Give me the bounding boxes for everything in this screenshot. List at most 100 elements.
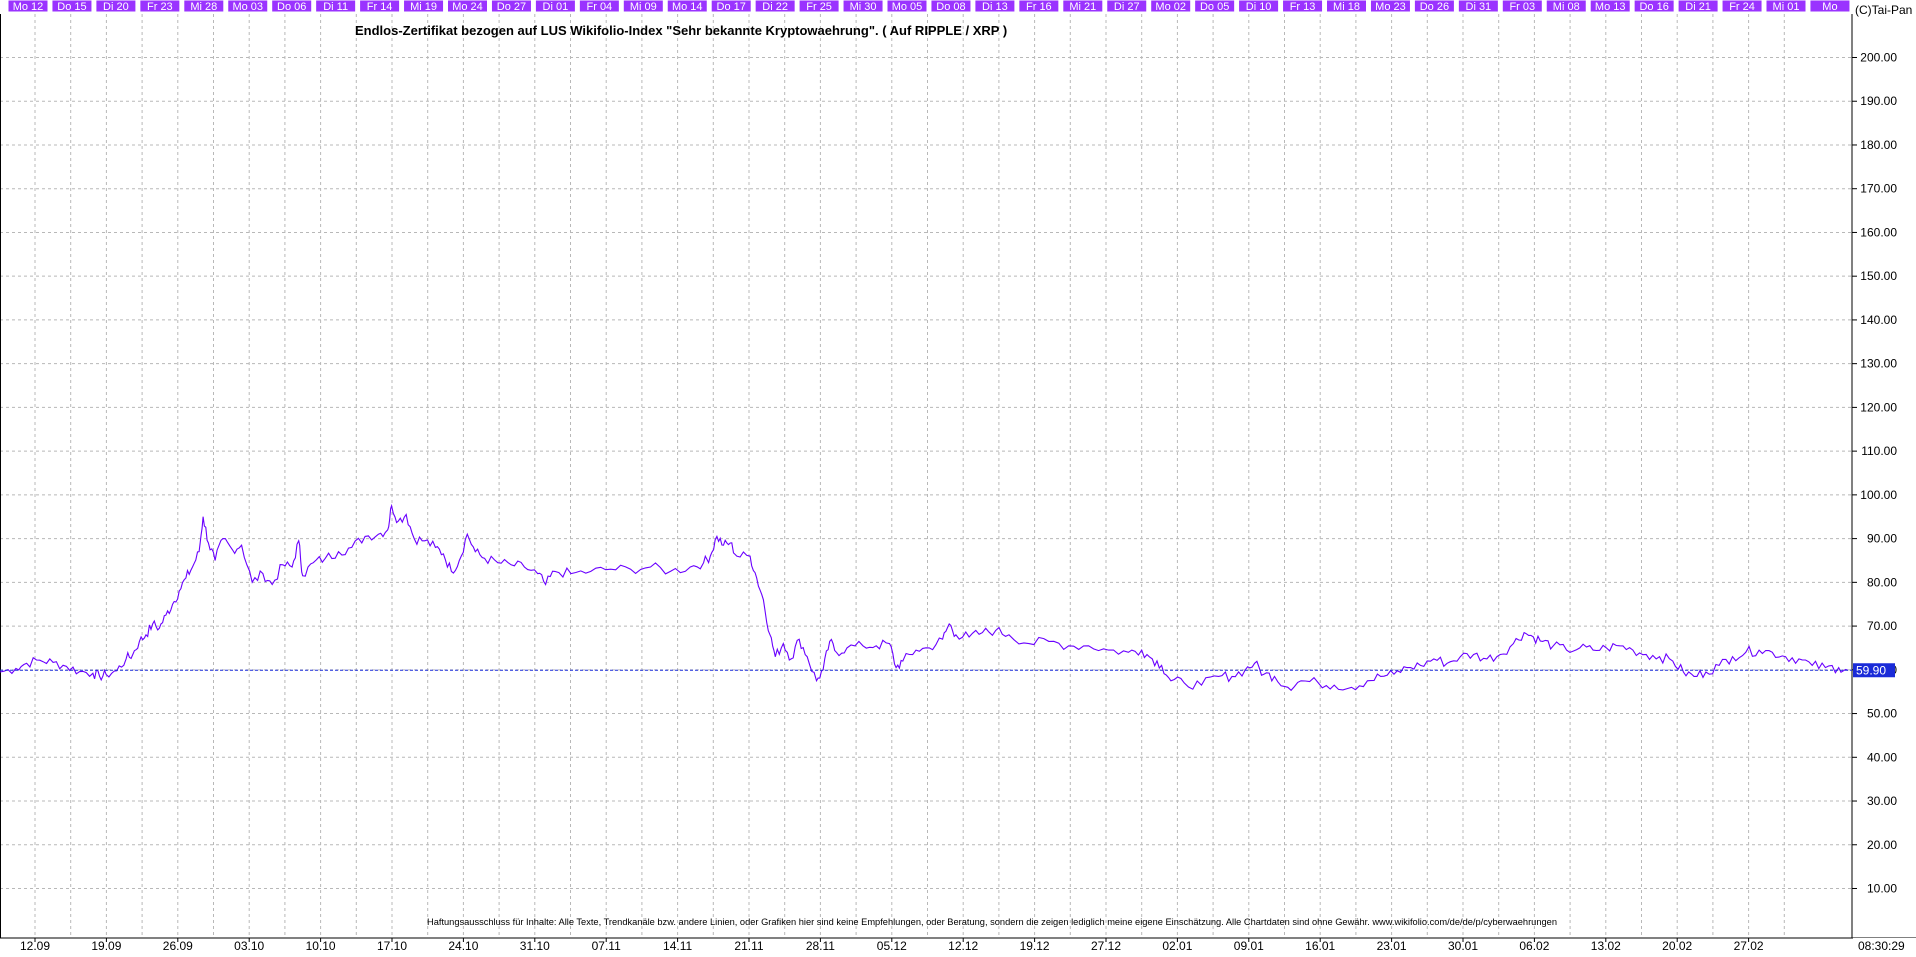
top-day-label: Fr 14 (359, 0, 401, 13)
top-day-text: Mi 21 (1069, 1, 1096, 13)
top-day-label: Do 16 (1633, 0, 1675, 13)
top-day-text: Fr 23 (147, 1, 173, 13)
top-day-text: Fr 24 (1729, 1, 1755, 13)
x-tick-label: 26.09 (163, 939, 193, 952)
top-day-label: Di 10 (1238, 0, 1280, 13)
top-day-text: Fr 25 (806, 1, 832, 13)
x-tick-label: 14.11 (663, 939, 692, 952)
chart-title: Endlos-Zertifikat bezogen auf LUS Wikifo… (355, 23, 1007, 38)
top-day-text: Do 05 (1200, 1, 1229, 13)
top-day-label: Mi 21 (1062, 0, 1104, 13)
top-day-text: Do 26 (1420, 1, 1449, 13)
top-day-text: Mo 23 (1375, 1, 1406, 13)
x-tick-label: 02.01 (1162, 939, 1192, 952)
top-day-label: Mo 13 (1589, 0, 1631, 13)
top-day-text: Di 27 (1114, 1, 1140, 13)
top-day-label: Do 05 (1194, 0, 1236, 13)
top-day-label: Fr 24 (1721, 0, 1763, 13)
top-day-text: Di 11 (323, 1, 348, 13)
top-day-label: Fr 03 (1501, 0, 1543, 13)
top-day-text: Do 15 (57, 1, 86, 13)
y-tick-label: 140.00 (1860, 313, 1897, 327)
top-day-label: Di 20 (95, 0, 137, 13)
top-day-label: Mi 30 (842, 0, 884, 13)
x-tick-label: 12.12 (948, 939, 978, 952)
top-day-text: Mi 19 (410, 1, 437, 13)
top-day-label: Fr 16 (1018, 0, 1060, 13)
top-day-label: Do 15 (51, 0, 93, 13)
top-day-text: Di 10 (1246, 1, 1272, 13)
top-day-label: Mo 14 (666, 0, 708, 13)
top-day-label: Mo 12 (7, 0, 49, 13)
top-day-text: Do 16 (1639, 1, 1668, 13)
top-day-label: Mi 01 (1765, 0, 1807, 13)
y-tick-label: 110.00 (1861, 444, 1897, 458)
y-tick-label: 180.00 (1860, 138, 1897, 152)
top-day-text: Di 20 (103, 1, 129, 13)
top-day-text: Do 08 (936, 1, 965, 13)
top-day-text: Mi 18 (1333, 1, 1360, 13)
top-day-label: Mi 18 (1326, 0, 1367, 13)
top-day-text: Mi 28 (190, 1, 217, 13)
price-line (0, 503, 1849, 692)
top-day-text: Mi 30 (850, 1, 877, 13)
top-day-text: Mo 02 (1155, 1, 1186, 13)
x-tick-label: 19.12 (1020, 939, 1050, 952)
top-day-text: Fr 13 (1290, 1, 1316, 13)
top-day-label: Di 21 (1677, 0, 1719, 13)
top-day-text: Mi 08 (1553, 1, 1580, 13)
chart: Mo 12 Do 15 Di 20 Fr 23 Mi 28 Mo 03 Do 06 Di 11… (0, 0, 1916, 953)
y-tick-label: 90.00 (1867, 532, 1897, 546)
x-tick-label: 27.12 (1091, 939, 1121, 952)
x-tick-label: 03.10 (234, 939, 264, 952)
top-day-text: Di 13 (982, 1, 1008, 13)
x-tick-label: 21.11 (734, 939, 763, 952)
x-tick-label: 19.09 (91, 939, 121, 952)
top-day-text: Mo 14 (672, 1, 703, 13)
y-tick-label: 200.00 (1860, 51, 1897, 65)
time-label: 08:30:29 (1858, 939, 1905, 952)
top-day-text: Do 17 (717, 1, 746, 13)
top-day-label: Do 06 (271, 0, 313, 13)
x-tick-label: 17.10 (377, 939, 407, 952)
top-day-label: Mo 02 (1150, 0, 1192, 13)
y-tick-label: 150.00 (1860, 269, 1897, 283)
top-day-text: Mo (1822, 1, 1837, 13)
top-day-label: Mo (1809, 0, 1851, 13)
x-tick-label: 09.01 (1234, 939, 1264, 952)
x-tick-label: 20.02 (1662, 939, 1692, 952)
top-day-label: Di 27 (1106, 0, 1148, 13)
top-day-label: Do 08 (930, 0, 972, 13)
top-day-text: Mo 13 (1595, 1, 1626, 13)
top-day-text: Fr 14 (367, 1, 393, 13)
x-tick-label: 05.12 (877, 939, 907, 952)
top-day-text: Mo 12 (13, 1, 44, 13)
y-tick-label: 20.00 (1867, 838, 1897, 852)
x-tick-label: 12.09 (20, 939, 50, 952)
y-tick-label: 160.00 (1860, 225, 1897, 239)
top-day-label: Di 11 (315, 0, 357, 13)
x-tick-label: 30.01 (1448, 939, 1478, 952)
top-day-label: Mo 23 (1369, 0, 1411, 13)
y-tick-label: 190.00 (1860, 94, 1897, 108)
y-tick-label: 40.00 (1867, 750, 1897, 764)
top-day-text: Mo 03 (232, 1, 263, 13)
x-tick-label: 24.10 (448, 939, 478, 952)
top-day-label: Do 17 (710, 0, 752, 13)
chart-svg: Mo 12 Do 15 Di 20 Fr 23 Mi 28 Mo 03 Do 06 Di 11… (0, 0, 1916, 953)
top-day-label: Fr 23 (139, 0, 181, 13)
top-day-label: Mo 05 (886, 0, 928, 13)
x-tick-label: 27.02 (1734, 939, 1764, 952)
x-tick-label: 06.02 (1519, 939, 1549, 952)
top-day-text: Mo 24 (452, 1, 483, 13)
top-day-text: Mi 09 (630, 1, 657, 13)
top-day-label: Do 26 (1413, 0, 1455, 13)
x-tick-label: 23.01 (1377, 939, 1407, 952)
top-day-text: Fr 16 (1026, 1, 1052, 13)
x-tick-label: 10.10 (306, 939, 336, 952)
top-day-label: Di 01 (534, 0, 576, 13)
y-tick-label: 120.00 (1860, 400, 1897, 414)
x-tick-label: 31.10 (520, 939, 550, 952)
x-tick-label: 13.02 (1591, 939, 1621, 952)
y-tick-label: 130.00 (1860, 357, 1897, 371)
